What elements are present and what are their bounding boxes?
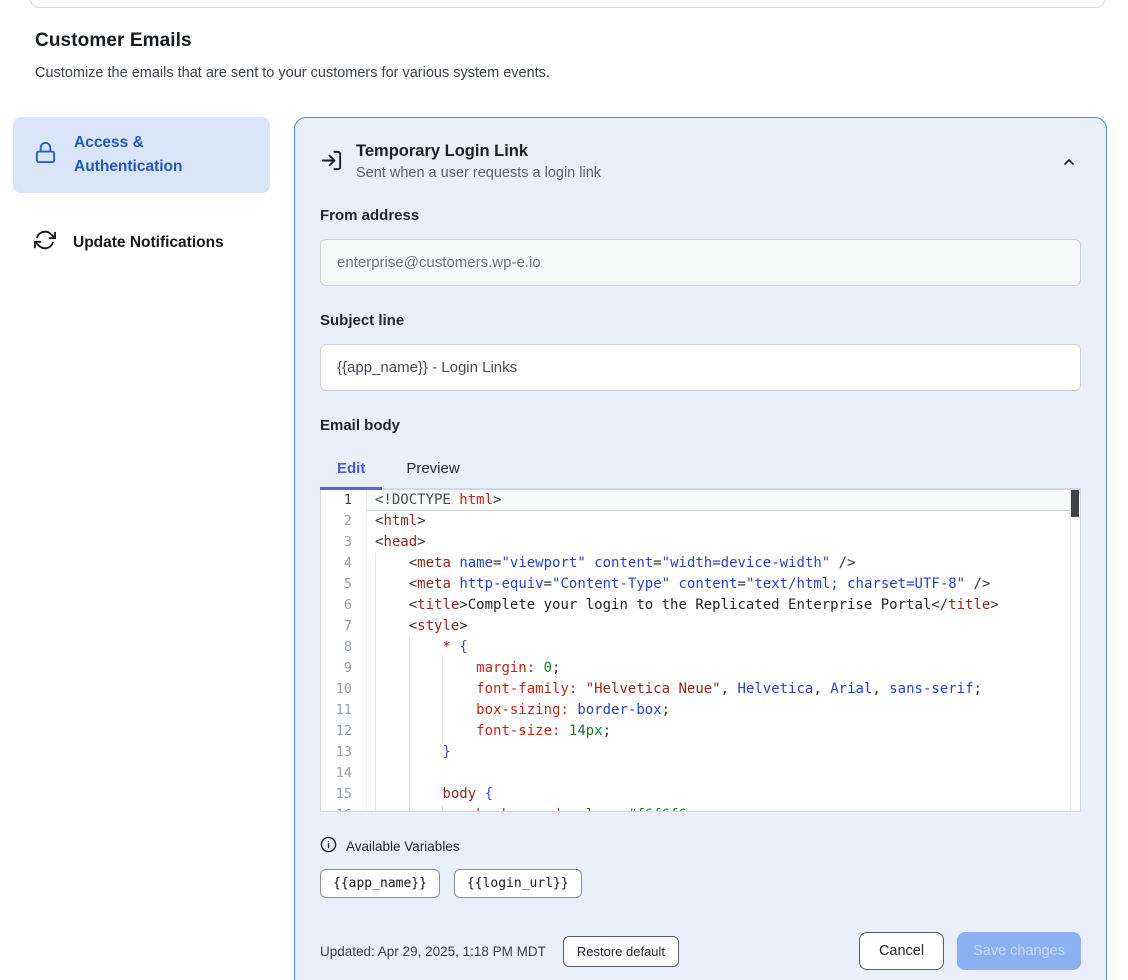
sidebar-item-label: Update Notifications [73,234,224,252]
editor-scrollbar[interactable] [1070,490,1080,811]
sync-icon [34,229,56,256]
restore-default-button[interactable]: Restore default [563,936,679,967]
editor-line[interactable]: 5 <meta http-equiv="Content-Type" conten… [321,574,1080,595]
variable-chips: {{app_name}} {{login_url}} [320,869,1081,898]
editor-line[interactable]: 16 background-color: #f6f6f6; [321,805,1080,812]
variable-chip-login-url[interactable]: {{login_url}} [454,869,582,898]
tab-preview[interactable]: Preview [389,451,476,490]
editor-line[interactable]: 4 <meta name="viewport" content="width=d… [321,553,1080,574]
cancel-button[interactable]: Cancel [859,932,944,970]
log-in-icon [320,149,343,177]
chevron-up-icon [1061,158,1077,173]
editor-line[interactable]: 3<head> [321,532,1080,553]
editor-line[interactable]: 15 body { [321,784,1080,805]
editor-line[interactable]: 6 <title>Complete your login to the Repl… [321,595,1080,616]
panel-footer: Updated: Apr 29, 2025, 1:18 PM MDT Resto… [320,932,1081,970]
editor-scrollbar-thumb[interactable] [1071,490,1079,517]
page-header: Customer Emails Customize the emails tha… [0,0,1128,81]
editor-line[interactable]: 12 font-size: 14px; [321,721,1080,742]
panel-title: Temporary Login Link [356,142,1057,161]
variable-chip-app-name[interactable]: {{app_name}} [320,869,440,898]
panel-header: Temporary Login Link Sent when a user re… [320,142,1081,181]
collapse-panel-button[interactable] [1057,150,1081,177]
available-variables-header: Available Variables [320,836,1081,856]
subject-line-input[interactable] [320,344,1081,391]
available-variables-label: Available Variables [346,839,460,854]
sidebar-item-label: Access & Authentication [74,131,204,179]
info-icon [320,836,337,856]
sidebar-item-access-authentication[interactable]: Access & Authentication [13,117,270,193]
previous-card-bottom-edge [30,0,1105,8]
panel-subtitle: Sent when a user requests a login link [356,165,1057,181]
editor-line[interactable]: 1<!DOCTYPE html> [321,490,1080,511]
from-address-label: From address [320,207,1081,224]
editor-line[interactable]: 2<html> [321,511,1080,532]
lock-icon [34,141,57,169]
sidebar-item-update-notifications[interactable]: Update Notifications [13,215,270,270]
email-types-sidebar: Access & Authentication Update Notificat… [13,117,270,270]
editor-line[interactable]: 14 [321,763,1080,784]
subject-line-label: Subject line [320,312,1081,329]
from-address-input[interactable] [320,239,1081,286]
page-title: Customer Emails [35,30,1128,52]
editor-line[interactable]: 10 font-family: "Helvetica Neue", Helvet… [321,679,1080,700]
editor-line[interactable]: 7 <style> [321,616,1080,637]
editor-line[interactable]: 9 margin: 0; [321,658,1080,679]
code-editor[interactable]: 1<!DOCTYPE html>2<html>3<head>4 <meta na… [320,490,1081,812]
save-changes-button[interactable]: Save changes [957,932,1081,970]
page-subtitle: Customize the emails that are sent to yo… [35,65,1128,81]
editor-line[interactable]: 11 box-sizing: border-box; [321,700,1080,721]
temporary-login-link-panel: Temporary Login Link Sent when a user re… [294,117,1107,980]
editor-line[interactable]: 13 } [321,742,1080,763]
email-body-label: Email body [320,417,1081,434]
code-editor-lines: 1<!DOCTYPE html>2<html>3<head>4 <meta na… [321,490,1080,812]
email-body-tabs: Edit Preview [320,451,1081,490]
updated-timestamp: Updated: Apr 29, 2025, 1:18 PM MDT [320,944,546,959]
tab-edit[interactable]: Edit [320,451,382,490]
editor-line[interactable]: 8 * { [321,637,1080,658]
